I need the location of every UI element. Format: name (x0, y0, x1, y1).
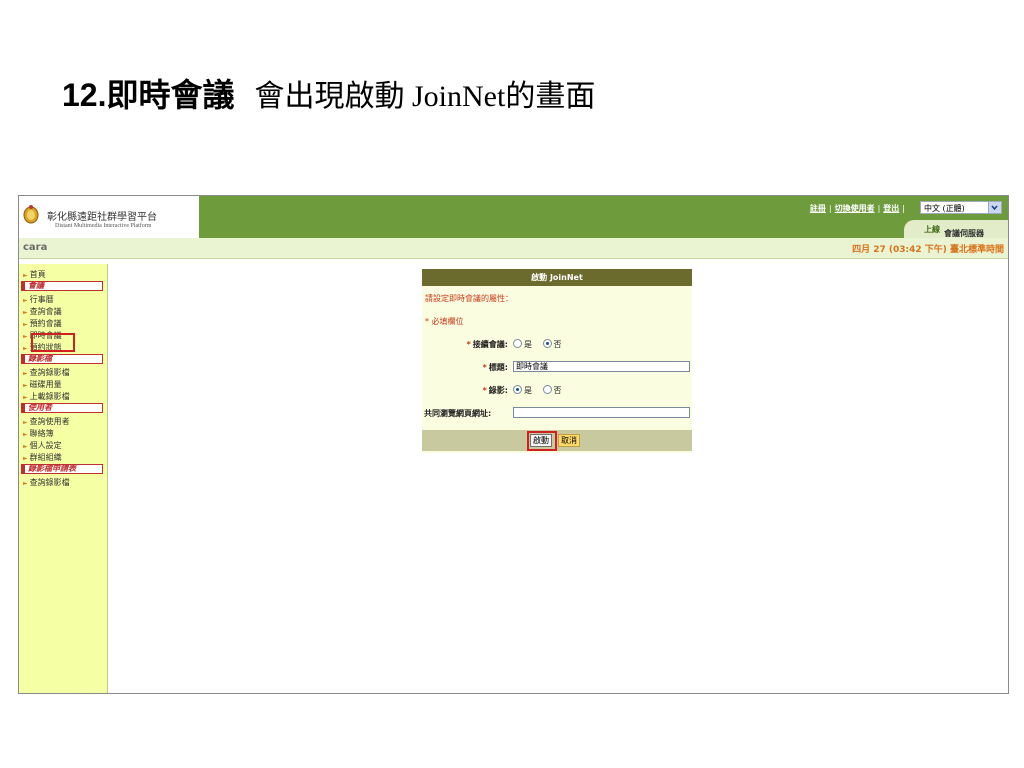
sidebar-section-meeting: 會議 (21, 281, 103, 291)
sidebar-item-search-users[interactable]: ► 查詢使用者 (23, 416, 70, 427)
sidebar-item-search-recordings[interactable]: ► 查詢錄影檔 (23, 367, 70, 378)
continue-meeting-label: * 接續會議: (466, 340, 508, 349)
record-yes[interactable]: 是 (513, 385, 532, 395)
sidebar-section-recordings: 錄影檔 (21, 354, 103, 364)
slide-main-title: 即時會議 (106, 76, 235, 114)
sidebar-item-upload-recording[interactable]: ► 上載錄影檔 (23, 391, 70, 402)
record-no[interactable]: 否 (542, 385, 562, 395)
dialog-footer: 啟動 取消 (422, 430, 692, 451)
logout-link[interactable]: 登出 (883, 204, 899, 213)
slide-subtitle: 會出現啟動 JoinNet的畫面 (254, 80, 596, 113)
dialog-instruction: 請設定即時會議的屬性： (425, 294, 513, 303)
sidebar-item-groups[interactable]: ► 群組組織 (23, 452, 62, 463)
subject-label: * 標題: (482, 363, 508, 372)
slide-title: 12. 即時會議 會出現啟動 JoinNet的畫面 (62, 70, 595, 126)
required-note: * 必填欄位 (425, 317, 464, 326)
language-value: 中文 (正體) (924, 204, 965, 213)
datetime: 四月 27 (03:42 下午) 臺北標準時間 (852, 245, 1004, 255)
username: cara (23, 242, 48, 253)
record-label: * 錄影: (482, 386, 508, 395)
highlight-instant-meeting (31, 333, 75, 352)
sidebar-item-calendar[interactable]: ► 行事曆 (23, 294, 54, 305)
cobrowse-url-label: 共同瀏覽網頁網址: (424, 409, 492, 418)
logo[interactable]: 彰化縣遠距社群學習平台 Distant Multimedia Interacti… (19, 196, 199, 238)
chevron-down-icon[interactable] (988, 202, 1001, 213)
sidebar-item-contacts[interactable]: ► 聯絡簿 (23, 428, 54, 439)
language-select[interactable]: 中文 (正體) (920, 201, 1002, 214)
highlight-start-button (527, 431, 557, 451)
sidebar: ► 首頁 會議 ► 行事曆 ► 查詢會議 ► 預約會議 ► 即時會議 ► 預約狀態 錄影檔 … (19, 264, 108, 693)
user-bar: cara 四月 27 (03:42 下午) 臺北標準時間 (19, 238, 1008, 259)
sidebar-item-schedule-meeting[interactable]: ► 預約會議 (23, 318, 62, 329)
subject-input[interactable]: 即時會議 (513, 361, 690, 372)
continue-meeting-yes[interactable]: 是 (513, 339, 532, 349)
register-link[interactable]: 註冊 (810, 204, 826, 213)
sidebar-item-search-recordings-2[interactable]: ► 查詢錄影檔 (23, 477, 70, 488)
sidebar-item-disk-usage[interactable]: ► 磁碟用量 (23, 379, 62, 390)
continue-meeting-no[interactable]: 否 (542, 339, 562, 349)
top-bar: 彰化縣遠距社群學習平台 Distant Multimedia Interacti… (19, 196, 1008, 238)
logo-subtitle: Distant Multimedia Interactive Platform (55, 223, 152, 229)
sidebar-item-personal-settings[interactable]: ► 個人設定 (23, 440, 62, 451)
start-joinnet-dialog: 啟動 JoinNet 請設定即時會議的屬性： * 必填欄位 * 接續會議: 是 否… (422, 269, 692, 453)
cancel-button[interactable]: 取消 (558, 434, 580, 447)
record-radio-group: 是 否 (513, 385, 570, 396)
emblem-icon (23, 205, 39, 224)
dialog-title: 啟動 JoinNet (422, 269, 692, 286)
meeting-server-status: 會議伺服器 上線 (904, 220, 1008, 238)
continue-meeting-radio-group: 是 否 (513, 339, 570, 350)
slide-number: 12. (62, 77, 107, 113)
logo-name: 彰化縣遠距社群學習平台 (47, 212, 157, 223)
sidebar-section-users: 使用者 (21, 403, 103, 413)
sidebar-item-home[interactable]: ► 首頁 (23, 269, 46, 280)
sidebar-item-search-meeting[interactable]: ► 查詢會議 (23, 306, 62, 317)
app-screenshot: 彰化縣遠距社群學習平台 Distant Multimedia Interacti… (18, 195, 1009, 694)
cobrowse-url-input[interactable] (513, 407, 690, 418)
sidebar-section-recording-requests: 錄影檔申請表 (21, 464, 103, 474)
switch-user-link[interactable]: 切換使用者 (835, 204, 875, 213)
meeting-server-state: 上線 (924, 225, 940, 234)
header-links: 註冊 | 切換使用者 | 登出 | (809, 204, 905, 213)
